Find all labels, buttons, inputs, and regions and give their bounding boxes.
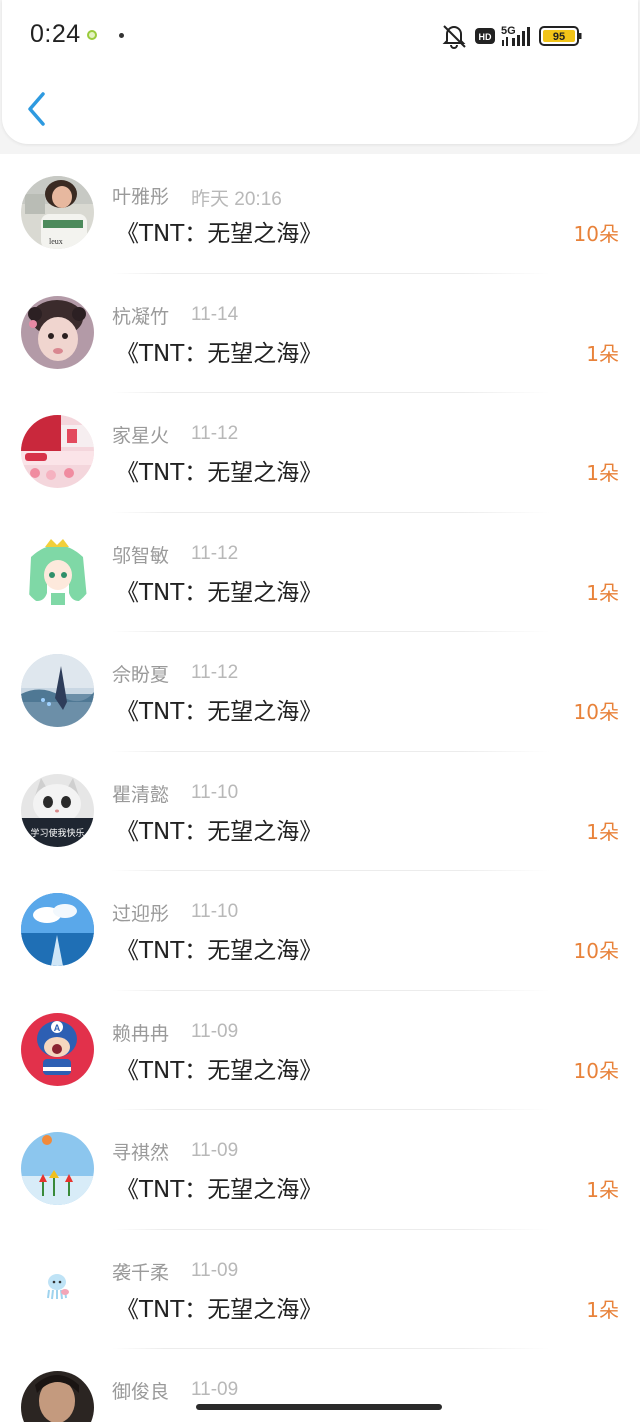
- flower-count: 10朵: [573, 222, 619, 246]
- flower-count: 1朵: [586, 341, 619, 366]
- svg-text:学习使我快乐: 学习使我快乐: [30, 827, 84, 839]
- user-avatar[interactable]: A: [21, 1012, 94, 1086]
- send-time: 11-09: [191, 1259, 239, 1281]
- user-name: 过迎彤: [112, 903, 170, 925]
- work-title: 《TNT：无望之海》: [116, 1177, 323, 1203]
- send-time: 11-10: [191, 781, 239, 803]
- work-title: 《TNT：无望之海》: [116, 1296, 323, 1323]
- user-name: 杭凝竹: [112, 305, 170, 328]
- flower-count: 10朵: [573, 1058, 619, 1083]
- send-time: 11-10: [191, 901, 239, 922]
- notification-icon: [87, 30, 97, 40]
- svg-text:5G: 5G: [501, 25, 516, 37]
- flower-count: 1朵: [586, 1297, 619, 1322]
- flower-count: 1朵: [586, 580, 619, 605]
- list-item[interactable]: 学习使我快乐 瞿清懿 11-10 《TNT：无望之海》 1朵: [0, 752, 640, 871]
- list-item[interactable]: leux 叶雅彤 昨天 20:16 《TNT：无望之海》 10朵: [0, 154, 640, 274]
- list-item[interactable]: 袭千柔 11-09 《TNT：无望之海》 1朵: [0, 1230, 640, 1349]
- user-avatar[interactable]: leux: [21, 176, 94, 249]
- work-title: 《TNT：无望之海》: [116, 460, 323, 486]
- list-item[interactable]: 杭凝竹 11-14 《TNT：无望之海》 1朵: [0, 274, 640, 393]
- list-item[interactable]: 家星火 11-12 《TNT：无望之海》 1朵: [0, 393, 640, 513]
- list-item[interactable]: 过迎彤 11-10 《TNT：无望之海》 10朵: [0, 871, 640, 991]
- user-avatar[interactable]: [21, 893, 94, 966]
- user-name: 御俊良: [112, 1381, 170, 1403]
- user-avatar[interactable]: [21, 415, 94, 488]
- home-indicator[interactable]: [196, 1404, 442, 1410]
- user-avatar[interactable]: 学习使我快乐: [21, 773, 94, 847]
- user-name: 瞿清懿: [112, 783, 170, 806]
- user-avatar[interactable]: [21, 295, 94, 369]
- flower-count: 10朵: [573, 939, 619, 963]
- send-time: 11-09: [191, 1020, 239, 1042]
- user-avatar[interactable]: [21, 654, 94, 727]
- user-name: 叶雅彤: [112, 186, 170, 208]
- list-item[interactable]: 邬智敏 11-12 《TNT：无望之海》 1朵: [0, 513, 640, 632]
- send-time: 11-12: [191, 423, 239, 444]
- user-name: 家星火: [112, 425, 170, 447]
- svg-text:HD: HD: [479, 32, 492, 42]
- work-title: 《TNT：无望之海》: [116, 221, 323, 247]
- work-title: 《TNT：无望之海》: [116, 1057, 323, 1084]
- user-name: 寻祺然: [112, 1142, 170, 1164]
- status-time: 0:24: [30, 20, 81, 48]
- battery-icon: 95: [539, 26, 582, 46]
- user-avatar[interactable]: [21, 1132, 94, 1205]
- user-avatar[interactable]: [21, 1251, 94, 1325]
- signal-icon: 5G: [501, 25, 530, 46]
- list-item[interactable]: 佘盼夏 11-12 《TNT：无望之海》 10朵: [0, 632, 640, 752]
- user-avatar[interactable]: [21, 534, 94, 608]
- user-avatar[interactable]: [21, 1371, 94, 1422]
- notification-dot-icon: [119, 33, 124, 38]
- send-time: 11-09: [191, 1140, 239, 1161]
- work-title: 《TNT：无望之海》: [116, 938, 323, 964]
- flower-count: 1朵: [586, 819, 619, 844]
- list-item[interactable]: 寻祺然 11-09 《TNT：无望之海》 1朵: [0, 1110, 640, 1230]
- flower-count: 10朵: [573, 700, 619, 724]
- send-time: 11-14: [191, 303, 239, 325]
- user-name: 佘盼夏: [112, 664, 170, 686]
- svg-text:A: A: [54, 1023, 61, 1033]
- work-title: 《TNT：无望之海》: [116, 699, 323, 725]
- work-title: 《TNT：无望之海》: [116, 579, 323, 606]
- hd-icon: HD: [475, 28, 495, 44]
- back-button[interactable]: [22, 90, 52, 128]
- status-icons: HD 5G 95: [442, 25, 582, 49]
- top-bar: 0:24 HD 5G 95: [2, 0, 638, 144]
- work-title: 《TNT：无望之海》: [116, 340, 323, 367]
- svg-text:leux: leux: [49, 237, 63, 246]
- send-time: 11-12: [191, 542, 239, 564]
- user-name: 邬智敏: [112, 544, 170, 567]
- list-item[interactable]: A 赖冉冉 11-09 《TNT：无望之海》 10朵: [0, 991, 640, 1110]
- svg-text:95: 95: [553, 31, 565, 43]
- gift-record-list: leux 叶雅彤 昨天 20:16 《TNT：无望之海》 10朵 杭凝竹 11-…: [0, 154, 640, 1422]
- user-name: 赖冉冉: [112, 1022, 170, 1045]
- send-time: 11-12: [191, 662, 239, 683]
- flower-count: 1朵: [586, 461, 619, 485]
- flower-count: 1朵: [586, 1178, 619, 1202]
- user-name: 袭千柔: [112, 1261, 170, 1284]
- work-title: 《TNT：无望之海》: [116, 818, 323, 845]
- send-time: 11-09: [191, 1379, 239, 1400]
- list-item[interactable]: 御俊良 11-09: [0, 1349, 640, 1422]
- mute-bell-icon: [442, 25, 466, 49]
- send-time: 昨天 20:16: [191, 189, 282, 210]
